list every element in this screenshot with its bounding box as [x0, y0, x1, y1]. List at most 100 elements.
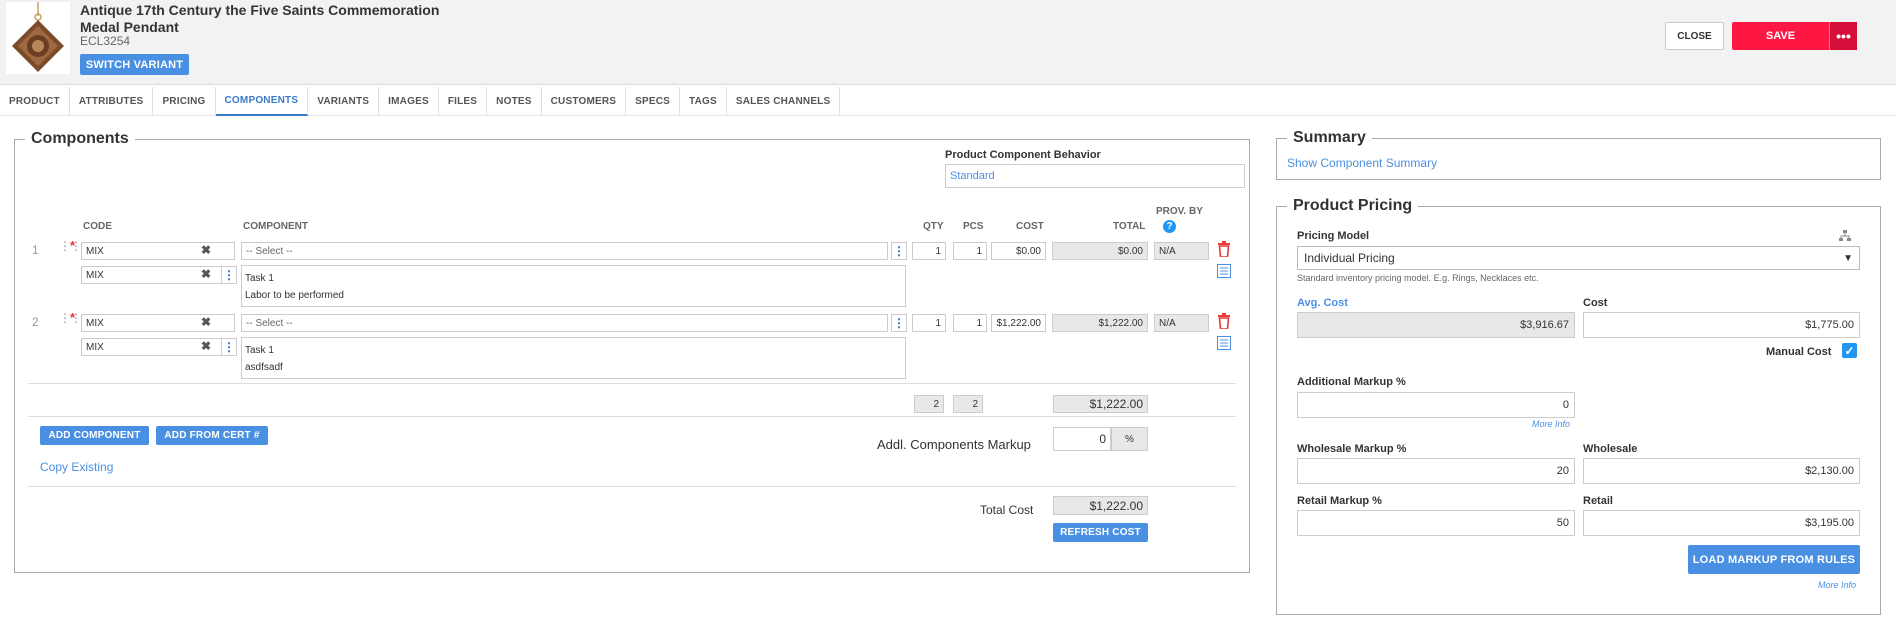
manual-cost-label: Manual Cost — [1766, 346, 1832, 358]
pcs-input[interactable]: 1 — [953, 242, 987, 260]
cost-input[interactable]: $0.00 — [991, 242, 1046, 260]
task-description[interactable]: Task 1 asdfsadf — [241, 337, 906, 379]
add-component-button[interactable]: ADD COMPONENT — [40, 426, 149, 445]
help-icon[interactable]: ? — [1163, 220, 1176, 233]
component-menu-icon[interactable]: ⋮ — [891, 242, 907, 260]
percent-addon: % — [1111, 427, 1148, 451]
col-cost: COST — [1016, 221, 1044, 232]
hierarchy-icon[interactable] — [1839, 230, 1851, 242]
tab-notes[interactable]: NOTES — [487, 87, 542, 116]
close-button[interactable]: CLOSE — [1665, 22, 1724, 50]
qty-input[interactable]: 1 — [912, 242, 946, 260]
chevron-down-icon: ▼ — [1843, 252, 1853, 264]
row-number: 1 — [32, 243, 39, 257]
tab-sales-channels[interactable]: SALES CHANNELS — [727, 87, 841, 116]
qty-input[interactable]: 1 — [912, 314, 946, 332]
row-number: 2 — [32, 315, 39, 329]
pricing-model-value: Individual Pricing — [1304, 251, 1395, 265]
tab-files[interactable]: FILES — [439, 87, 488, 116]
clear-sub-code-icon[interactable]: ✖ — [201, 267, 211, 281]
divider — [28, 383, 1236, 384]
component-code-input[interactable]: MIX — [81, 314, 235, 332]
cost-input[interactable]: $1,775.00 — [1583, 312, 1860, 338]
tab-specs[interactable]: SPECS — [626, 87, 681, 116]
col-prov-by: PROV. BY — [1156, 206, 1203, 217]
product-thumbnail — [6, 2, 70, 74]
copy-existing-link[interactable]: Copy Existing — [40, 460, 113, 474]
qty-total: 2 — [914, 395, 944, 413]
sub-code-input[interactable]: MIX — [81, 338, 235, 356]
delete-row-icon[interactable] — [1217, 241, 1231, 257]
divider — [28, 416, 1236, 417]
switch-variant-button[interactable]: SWITCH VARIANT — [80, 54, 189, 75]
notes-icon[interactable] — [1217, 264, 1231, 278]
tab-product[interactable]: PRODUCT — [0, 87, 70, 116]
additional-markup-input[interactable]: 0 — [1297, 392, 1575, 418]
retail-markup-input[interactable]: 50 — [1297, 510, 1575, 536]
component-select[interactable]: -- Select -- — [241, 314, 888, 332]
refresh-cost-button[interactable]: REFRESH COST — [1053, 523, 1148, 542]
pricing-model-hint: Standard inventory pricing model. E.g. R… — [1297, 273, 1539, 283]
col-component: COMPONENT — [243, 221, 308, 232]
load-markup-button[interactable]: LOAD MARKUP FROM RULES — [1688, 545, 1860, 574]
tab-tags[interactable]: TAGS — [680, 87, 727, 116]
retail-label: Retail — [1583, 495, 1613, 507]
retail-input[interactable]: $3,195.00 — [1583, 510, 1860, 536]
more-info-link[interactable]: More Info — [1818, 580, 1856, 590]
task-description[interactable]: Task 1 Labor to be performed — [241, 265, 906, 307]
prov-by-value: N/A — [1154, 314, 1209, 332]
components-legend: Components — [31, 130, 129, 147]
markup-input[interactable]: 0 — [1053, 427, 1111, 451]
pcs-input[interactable]: 1 — [953, 314, 987, 332]
divider — [28, 486, 1236, 487]
total-sum: $1,222.00 — [1053, 395, 1148, 413]
col-pcs: PCS — [963, 221, 984, 232]
tab-attributes[interactable]: ATTRIBUTES — [70, 87, 154, 116]
show-summary-link[interactable]: Show Component Summary — [1287, 156, 1437, 170]
col-qty: QTY — [923, 221, 944, 232]
total-value: $0.00 — [1052, 242, 1148, 260]
tab-images[interactable]: IMAGES — [379, 87, 439, 116]
pricing-model-select[interactable]: Individual Pricing ▼ — [1297, 246, 1860, 270]
clear-code-icon[interactable]: ✖ — [201, 243, 211, 257]
wholesale-markup-label: Wholesale Markup % — [1297, 443, 1407, 455]
component-select[interactable]: -- Select -- — [241, 242, 888, 260]
more-info-link[interactable]: More Info — [1532, 419, 1570, 429]
component-menu-icon[interactable]: ⋮ — [891, 314, 907, 332]
task-title: Task 1 — [245, 273, 274, 284]
pricing-model-label: Pricing Model — [1297, 230, 1370, 242]
component-behavior-field[interactable]: Standard — [945, 164, 1245, 188]
more-actions-button[interactable]: ••• — [1829, 22, 1857, 50]
tab-pricing[interactable]: PRICING — [153, 87, 216, 116]
manual-cost-checkbox[interactable]: ✓ — [1842, 343, 1857, 358]
notes-icon[interactable] — [1217, 336, 1231, 350]
total-cost-label: Total Cost — [980, 503, 1034, 517]
additional-markup-label: Additional Markup % — [1297, 376, 1406, 388]
retail-markup-label: Retail Markup % — [1297, 495, 1382, 507]
required-icon: * — [70, 238, 76, 253]
delete-row-icon[interactable] — [1217, 313, 1231, 329]
sub-code-input[interactable]: MIX — [81, 266, 235, 284]
cost-input[interactable]: $1,222.00 — [991, 314, 1046, 332]
summary-panel: Summary — [1276, 129, 1881, 180]
wholesale-markup-input[interactable]: 20 — [1297, 458, 1575, 484]
avg-cost-value: $3,916.67 — [1297, 312, 1575, 338]
sub-menu-icon[interactable]: ⋮ — [221, 266, 237, 284]
task-title: Task 1 — [245, 345, 274, 356]
task-detail: Labor to be performed — [245, 290, 344, 301]
clear-code-icon[interactable]: ✖ — [201, 315, 211, 329]
save-button[interactable]: SAVE — [1732, 22, 1829, 50]
wholesale-input[interactable]: $2,130.00 — [1583, 458, 1860, 484]
markup-label: Addl. Components Markup — [877, 437, 1031, 452]
tab-components[interactable]: COMPONENTS — [215, 87, 309, 116]
tab-customers[interactable]: CUSTOMERS — [542, 87, 627, 116]
add-from-cert-button[interactable]: ADD FROM CERT # — [156, 426, 268, 445]
product-title: Antique 17th Century the Five Saints Com… — [80, 2, 440, 35]
component-behavior-label: Product Component Behavior — [945, 149, 1101, 161]
component-code-input[interactable]: MIX — [81, 242, 235, 260]
sub-menu-icon[interactable]: ⋮ — [221, 338, 237, 356]
clear-sub-code-icon[interactable]: ✖ — [201, 339, 211, 353]
task-detail: asdfsadf — [245, 362, 283, 373]
prov-by-value: N/A — [1154, 242, 1209, 260]
tab-variants[interactable]: VARIANTS — [308, 87, 380, 116]
